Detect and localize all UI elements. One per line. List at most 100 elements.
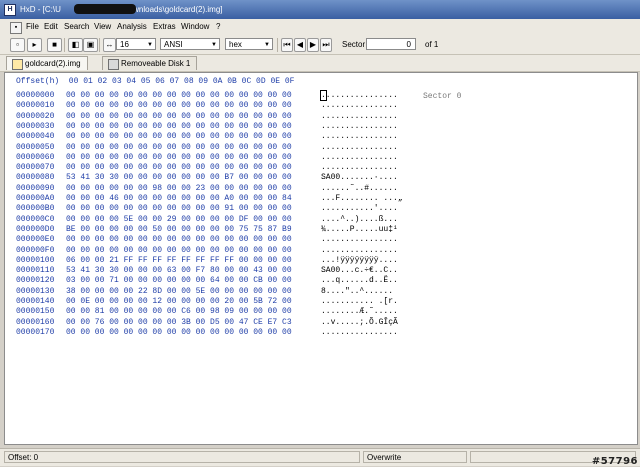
row-offset: 00000000: [16, 91, 55, 100]
hex-row[interactable]: 00000000 00 00 00 00 00 00 00 00 00 00 00…: [16, 91, 407, 101]
row-text[interactable]: ....^..)....ß...: [321, 215, 407, 224]
open-ram-icon[interactable]: ▣: [83, 38, 98, 52]
row-hex-bytes[interactable]: 03 00 00 71 00 00 00 00 00 00 64 00 00 C…: [66, 276, 321, 285]
previous-sector-icon[interactable]: ◀: [294, 38, 306, 52]
menu-file[interactable]: File: [26, 22, 39, 34]
save-icon[interactable]: ■: [47, 38, 62, 52]
row-hex-bytes[interactable]: 06 00 00 21 FF FF FF FF FF FF FF FF 00 0…: [66, 256, 321, 265]
hex-editor-panel[interactable]: Offset(h) 00 01 02 03 04 05 06 07 08 09 …: [4, 72, 638, 445]
hex-row[interactable]: 000000E0 00 00 00 00 00 00 00 00 00 00 00…: [16, 235, 407, 245]
hex-row[interactable]: 00000020 00 00 00 00 00 00 00 00 00 00 00…: [16, 112, 407, 122]
menu-help[interactable]: ?: [216, 22, 220, 34]
row-text[interactable]: ................: [321, 246, 407, 255]
row-hex-bytes[interactable]: 00 00 00 00 00 00 00 00 00 00 00 00 00 0…: [66, 91, 321, 100]
menu-view[interactable]: View: [94, 22, 111, 34]
row-hex-bytes[interactable]: 00 00 00 00 00 00 00 00 00 00 00 00 00 0…: [66, 328, 321, 337]
row-hex-bytes[interactable]: 00 0E 00 00 00 00 12 00 00 00 00 20 00 5…: [66, 297, 321, 306]
row-hex-bytes[interactable]: BE 00 00 00 00 00 50 00 00 00 00 00 75 7…: [66, 225, 321, 234]
hex-row[interactable]: 00000130 38 00 00 00 00 22 8D 00 00 5E 00…: [16, 287, 407, 297]
hex-row[interactable]: 00000150 00 00 81 00 00 00 00 00 C6 00 98…: [16, 307, 407, 317]
hex-row[interactable]: 00000010 00 00 00 00 00 00 00 00 00 00 00…: [16, 101, 407, 111]
row-hex-bytes[interactable]: 53 41 30 30 00 00 00 00 00 00 00 B7 00 0…: [66, 173, 321, 182]
menu-extras[interactable]: Extras: [153, 22, 176, 34]
row-text[interactable]: ......˜..#......: [321, 184, 407, 193]
hex-row[interactable]: 000000C0 00 00 00 00 5E 00 00 29 00 00 00…: [16, 215, 407, 225]
open-file-icon[interactable]: ▸: [27, 38, 42, 52]
last-sector-icon[interactable]: ⏭: [320, 38, 332, 52]
row-hex-bytes[interactable]: 00 00 00 00 00 00 00 00 00 00 00 00 00 0…: [66, 153, 321, 162]
menu-window[interactable]: Window: [181, 22, 209, 34]
hex-row[interactable]: 00000120 03 00 00 71 00 00 00 00 00 00 64…: [16, 276, 407, 286]
row-text[interactable]: ¾.....P.....uu‡¹: [321, 225, 407, 234]
row-text[interactable]: ................: [321, 143, 407, 152]
row-text[interactable]: ...q......d..Ë..: [321, 276, 407, 285]
row-text[interactable]: SA00...c.÷€..C..: [321, 266, 407, 275]
menu-search[interactable]: Search: [64, 22, 89, 34]
row-text[interactable]: ................: [321, 153, 407, 162]
hex-row[interactable]: 000000A0 00 00 00 46 00 00 00 00 00 00 00…: [16, 194, 407, 204]
hex-row[interactable]: 000000D0 BE 00 00 00 00 00 50 00 00 00 00…: [16, 225, 407, 235]
row-hex-bytes[interactable]: 00 00 00 00 00 00 00 00 00 00 00 00 00 0…: [66, 112, 321, 121]
hex-row[interactable]: 00000100 06 00 00 21 FF FF FF FF FF FF FF…: [16, 256, 407, 266]
hxd-app-icon[interactable]: H: [4, 4, 16, 16]
hex-row[interactable]: 00000080 53 41 30 30 00 00 00 00 00 00 00…: [16, 173, 407, 183]
row-hex-bytes[interactable]: 00 00 00 00 00 00 00 00 00 00 00 00 00 0…: [66, 143, 321, 152]
row-text[interactable]: SA00.......·....: [321, 173, 407, 182]
row-text[interactable]: ................: [321, 132, 407, 141]
row-hex-bytes[interactable]: 00 00 00 00 00 00 00 00 00 00 00 00 00 0…: [66, 163, 321, 172]
row-text[interactable]: ................: [321, 91, 407, 100]
row-text[interactable]: ........Æ.˜.....: [321, 307, 407, 316]
hex-row[interactable]: 00000170 00 00 00 00 00 00 00 00 00 00 00…: [16, 328, 407, 338]
menu-analysis[interactable]: Analysis: [117, 22, 147, 34]
hex-row[interactable]: 00000060 00 00 00 00 00 00 00 00 00 00 00…: [16, 153, 407, 163]
offset-base-select[interactable]: hex ▼: [225, 38, 273, 50]
row-hex-bytes[interactable]: 00 00 76 00 00 00 00 00 3B 00 D5 00 47 C…: [66, 318, 321, 327]
row-hex-bytes[interactable]: 00 00 00 00 00 00 00 00 00 00 00 00 00 0…: [66, 122, 321, 131]
bytes-per-row-select[interactable]: 16 ▼: [116, 38, 156, 50]
row-text[interactable]: ................: [321, 235, 407, 244]
row-text[interactable]: 8...."..^......: [321, 287, 407, 296]
hex-row[interactable]: 00000070 00 00 00 00 00 00 00 00 00 00 00…: [16, 163, 407, 173]
row-hex-bytes[interactable]: 00 00 00 00 00 00 00 00 00 00 00 00 00 0…: [66, 235, 321, 244]
tab-removeable-disk[interactable]: Removeable Disk 1: [102, 56, 198, 70]
row-hex-bytes[interactable]: 00 00 00 00 00 00 00 00 00 00 00 91 00 0…: [66, 204, 321, 213]
row-hex-bytes[interactable]: 38 00 00 00 00 22 8D 00 00 5E 00 00 00 0…: [66, 287, 321, 296]
charset-select[interactable]: ANSI ▼: [160, 38, 220, 50]
sector-number-input[interactable]: 0: [366, 38, 416, 50]
row-text[interactable]: ...!ÿÿÿÿÿÿÿÿ....: [321, 256, 407, 265]
hex-row[interactable]: 00000160 00 00 76 00 00 00 00 00 3B 00 D5…: [16, 318, 407, 328]
row-text[interactable]: ................: [321, 328, 407, 337]
row-text[interactable]: ........... .[r.: [321, 297, 407, 306]
hex-row[interactable]: 00000030 00 00 00 00 00 00 00 00 00 00 00…: [16, 122, 407, 132]
hex-row[interactable]: 00000110 53 41 30 30 00 00 00 63 00 F7 80…: [16, 266, 407, 276]
row-text[interactable]: ..v.....;.Õ.GÎçÃ: [321, 318, 407, 327]
row-hex-bytes[interactable]: 00 00 81 00 00 00 00 00 C6 00 98 09 00 0…: [66, 307, 321, 316]
hex-row[interactable]: 00000050 00 00 00 00 00 00 00 00 00 00 00…: [16, 143, 407, 153]
row-hex-bytes[interactable]: 00 00 00 00 00 00 00 00 00 00 00 00 00 0…: [66, 101, 321, 110]
hex-row[interactable]: 00000090 00 00 00 00 00 00 98 00 00 23 00…: [16, 184, 407, 194]
hex-row[interactable]: 00000040 00 00 00 00 00 00 00 00 00 00 00…: [16, 132, 407, 142]
hex-row[interactable]: 000000F0 00 00 00 00 00 00 00 00 00 00 00…: [16, 246, 407, 256]
row-text[interactable]: ...........'....: [321, 204, 407, 213]
status-mode[interactable]: Overwrite: [363, 451, 467, 463]
row-hex-bytes[interactable]: 00 00 00 00 00 00 00 00 00 00 00 00 00 0…: [66, 132, 321, 141]
row-text[interactable]: ................: [321, 163, 407, 172]
row-text[interactable]: ...F........ ...„: [321, 194, 407, 203]
row-hex-bytes[interactable]: 53 41 30 30 00 00 00 63 00 F7 80 00 00 4…: [66, 266, 321, 275]
row-text[interactable]: ................: [321, 122, 407, 131]
new-file-icon[interactable]: ▫: [10, 38, 25, 52]
row-text[interactable]: ................: [321, 101, 407, 110]
open-disk-icon[interactable]: ◧: [68, 38, 83, 52]
row-hex-bytes[interactable]: 00 00 00 00 5E 00 00 29 00 00 00 00 DF 0…: [66, 215, 321, 224]
hex-row[interactable]: 00000140 00 0E 00 00 00 00 12 00 00 00 00…: [16, 297, 407, 307]
next-sector-icon[interactable]: ▶: [307, 38, 319, 52]
tab-goldcard-img[interactable]: goldcard(2).img: [6, 56, 88, 70]
first-sector-icon[interactable]: ⏮: [281, 38, 293, 52]
menu-edit[interactable]: Edit: [44, 22, 58, 34]
document-menu-icon[interactable]: ▪: [10, 22, 22, 34]
row-hex-bytes[interactable]: 00 00 00 00 00 00 98 00 00 23 00 00 00 0…: [66, 184, 321, 193]
row-text[interactable]: ................: [321, 112, 407, 121]
row-hex-bytes[interactable]: 00 00 00 46 00 00 00 00 00 00 00 A0 00 0…: [66, 194, 321, 203]
row-hex-bytes[interactable]: 00 00 00 00 00 00 00 00 00 00 00 00 00 0…: [66, 246, 321, 255]
hex-row[interactable]: 000000B0 00 00 00 00 00 00 00 00 00 00 00…: [16, 204, 407, 214]
